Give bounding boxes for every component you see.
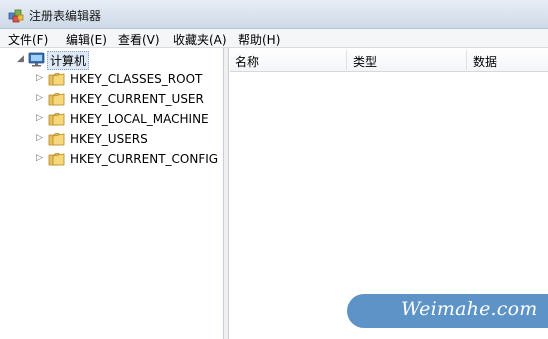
- tree-label-computer: 计算机: [47, 51, 90, 70]
- expand-arrow-icon[interactable]: ▷: [36, 93, 43, 103]
- folder-icon: [48, 73, 65, 86]
- watermark-text: Weimahe.com: [401, 298, 538, 320]
- tree-label: HKEY_USERS: [70, 132, 148, 146]
- tree-label: HKEY_CURRENT_CONFIG: [70, 152, 219, 166]
- window-title: 注册表编辑器: [29, 9, 102, 23]
- list-header: 名称 类型 数据: [230, 48, 548, 72]
- tree-label: HKEY_CLASSES_ROOT: [70, 72, 203, 86]
- title-bar: 注册表编辑器: [0, 0, 548, 29]
- pane-splitter[interactable]: [224, 48, 229, 339]
- watermark-badge: Weimahe.com: [347, 294, 548, 328]
- folder-icon: [48, 113, 65, 126]
- collapse-arrow-icon[interactable]: ◢: [17, 54, 24, 64]
- tree-node-hkey-classes-root[interactable]: ▷ HKEY_CLASSES_ROOT: [0, 71, 224, 89]
- registry-tree[interactable]: ◢ 计算机 ▷ HKEY_CLASSES_ROOT ▷ HKEY_CURRENT…: [0, 48, 224, 339]
- column-header-name[interactable]: 名称: [235, 53, 259, 69]
- expand-arrow-icon[interactable]: ▷: [36, 73, 43, 83]
- registry-editor-icon: [8, 9, 24, 23]
- column-divider[interactable]: [346, 50, 347, 70]
- folder-icon: [48, 133, 65, 146]
- tree-node-hkey-local-machine[interactable]: ▷ HKEY_LOCAL_MACHINE: [0, 111, 224, 129]
- menu-view[interactable]: 查看(V): [118, 31, 160, 48]
- folder-icon: [48, 93, 65, 106]
- tree-label: HKEY_LOCAL_MACHINE: [70, 112, 209, 126]
- column-header-type[interactable]: 类型: [353, 53, 377, 69]
- tree-label: HKEY_CURRENT_USER: [70, 92, 204, 106]
- column-divider[interactable]: [466, 50, 467, 70]
- folder-icon: [48, 153, 65, 166]
- expand-arrow-icon[interactable]: ▷: [36, 133, 43, 143]
- menu-edit[interactable]: 编辑(E): [66, 31, 107, 48]
- expand-arrow-icon[interactable]: ▷: [36, 153, 43, 163]
- menu-help[interactable]: 帮助(H): [238, 31, 280, 48]
- menu-favorites[interactable]: 收藏夹(A): [173, 31, 227, 48]
- tree-node-hkey-users[interactable]: ▷ HKEY_USERS: [0, 131, 224, 149]
- computer-icon: [28, 52, 45, 67]
- expand-arrow-icon[interactable]: ▷: [36, 113, 43, 123]
- column-header-data[interactable]: 数据: [473, 53, 497, 69]
- tree-node-computer[interactable]: ◢ 计算机: [0, 51, 224, 70]
- menu-file[interactable]: 文件(F): [8, 31, 48, 48]
- tree-node-hkey-current-user[interactable]: ▷ HKEY_CURRENT_USER: [0, 91, 224, 109]
- menu-bar: 文件(F) 编辑(E) 查看(V) 收藏夹(A) 帮助(H): [0, 29, 548, 48]
- tree-node-hkey-current-config[interactable]: ▷ HKEY_CURRENT_CONFIG: [0, 151, 224, 169]
